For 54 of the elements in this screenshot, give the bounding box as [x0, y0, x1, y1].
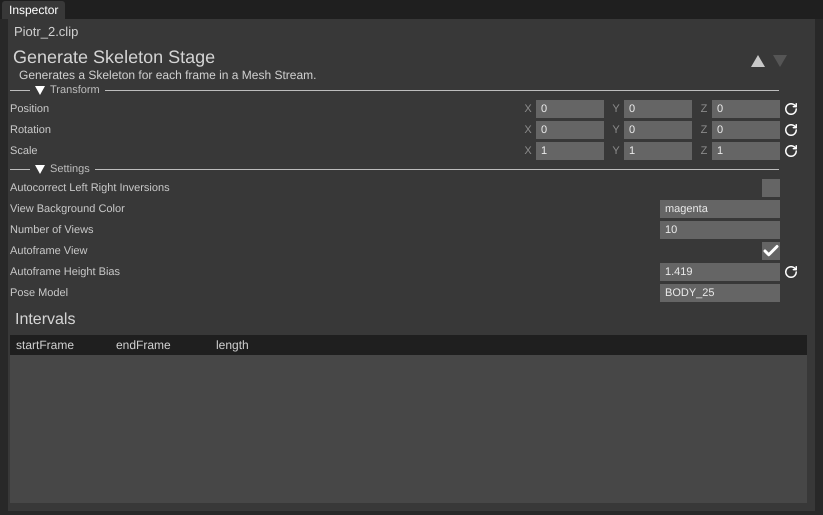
reset-icon — [784, 102, 798, 116]
axis-label: Z — [700, 124, 708, 136]
axis-label: Z — [700, 144, 708, 156]
triangle-icon — [35, 86, 45, 94]
intervals-title: Intervals — [14, 310, 76, 330]
axis-label: Z — [700, 102, 708, 114]
reset-button[interactable] — [783, 100, 799, 116]
number-field[interactable]: 1 — [536, 142, 604, 160]
number-field[interactable]: 0 — [712, 120, 780, 138]
stage-title: Generate Skeleton Stage — [13, 47, 216, 68]
column-header: length — [216, 338, 250, 352]
field-label: Pose Model — [10, 286, 70, 298]
field-label: Scale — [10, 144, 39, 156]
column-header: endFrame — [116, 338, 172, 352]
axis-label: X — [523, 124, 533, 136]
field-label: Autoframe Height Bias — [10, 266, 122, 278]
number-field[interactable]: 1 — [624, 142, 692, 160]
text-field[interactable]: BODY_25 — [660, 284, 780, 302]
reset-icon — [784, 264, 798, 278]
reset-button[interactable] — [783, 142, 799, 158]
axis-label: Y — [611, 102, 621, 114]
text-field[interactable]: magenta — [660, 200, 780, 218]
checkbox[interactable] — [762, 242, 780, 260]
move-up-button[interactable] — [751, 55, 765, 67]
field-label: Number of Views — [10, 224, 95, 236]
field-label: Autocorrect Left Right Inversions — [10, 182, 171, 194]
reset-button[interactable] — [783, 122, 799, 138]
number-field[interactable]: 0 — [624, 100, 692, 118]
checkbox[interactable] — [762, 178, 780, 196]
number-field[interactable]: 0 — [536, 120, 604, 138]
axis-label: X — [523, 144, 533, 156]
axis-label: Y — [611, 144, 621, 156]
number-field[interactable]: 1.419 — [660, 262, 780, 280]
stage-description: Generates a Skeleton for each frame in a Mesh Stream. — [18, 68, 316, 82]
field-label: Position — [10, 102, 50, 114]
text-field[interactable]: 10 — [660, 220, 780, 238]
number-field[interactable]: 0 — [712, 100, 780, 118]
reset-icon — [784, 144, 798, 158]
field-label: Rotation — [10, 124, 52, 136]
field-label: View Background Color — [10, 202, 126, 214]
field-label: Autoframe View — [10, 244, 88, 256]
clip-name: Piotr_2.clip — [13, 23, 80, 41]
axis-label: Y — [611, 124, 621, 136]
number-field[interactable]: 0 — [536, 100, 604, 118]
axis-label: X — [523, 102, 533, 114]
reset-icon — [784, 122, 798, 136]
number-field[interactable]: 1 — [712, 142, 780, 160]
number-field[interactable]: 0 — [624, 120, 692, 138]
reset-button[interactable] — [783, 264, 799, 280]
section-toggle[interactable]: Settings — [35, 163, 90, 175]
column-header: startFrame — [16, 338, 76, 352]
section-toggle[interactable]: Transform — [35, 84, 100, 96]
triangle-icon — [35, 164, 45, 174]
inspector-tab[interactable]: Inspector — [2, 1, 66, 19]
